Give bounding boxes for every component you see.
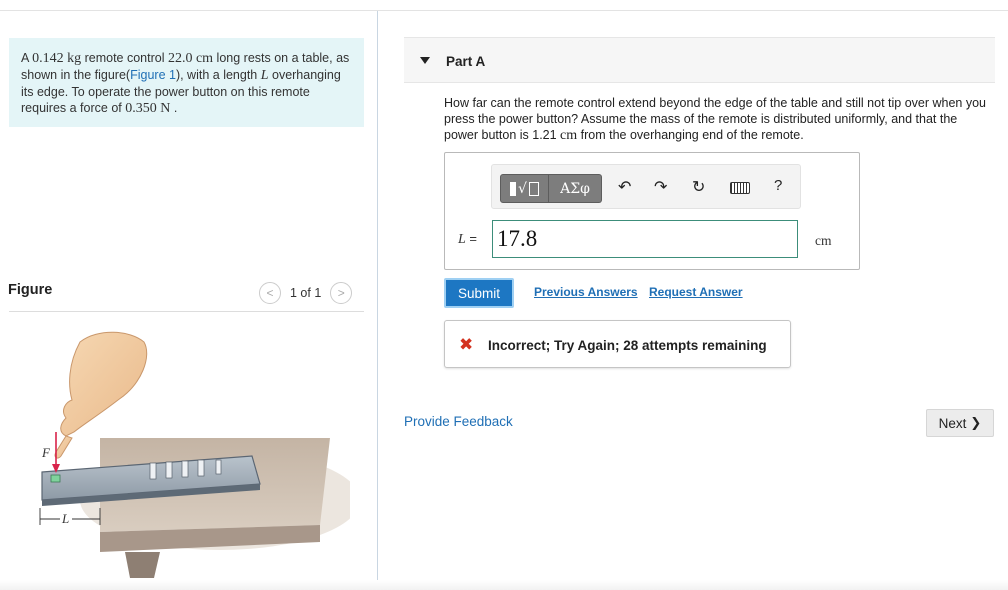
next-label: Next [938,415,967,431]
templates-button[interactable]: √ [500,174,549,203]
question-text: How far can the remote control extend be… [444,95,992,144]
next-figure-button[interactable]: > [330,282,353,304]
column-divider [377,11,378,590]
symbols-button[interactable]: ΑΣφ [549,174,602,203]
table-leg [125,552,160,578]
part-title: Part A [446,54,486,69]
undo-icon[interactable]: ↶ [618,177,631,197]
remote-on-table-illustration: F L [39,331,350,578]
answer-panel: √ ΑΣφ ↶ ↷ ↻ ? L = 17.8 cm [444,152,860,270]
redo-icon[interactable]: ↷ [654,177,667,197]
toolbar-button-group: √ ΑΣφ [500,174,602,203]
question-unit: cm [560,128,578,143]
problem-text: . [170,101,178,115]
feedback-message: ✖ Incorrect; Try Again; 28 attempts rema… [444,320,791,368]
submit-button[interactable]: Submit [444,278,514,308]
bottom-fade [0,580,1008,590]
template-empty-square-icon [528,181,539,196]
answer-equals: = [465,231,478,246]
math-toolbar: √ ΑΣφ ↶ ↷ ↻ ? [491,164,801,209]
request-answer-link[interactable]: Request Answer [649,285,743,299]
force-label: F [41,445,51,460]
chevron-right-icon: ❯ [970,415,982,431]
feedback-text: Incorrect; Try Again; 28 attempts remain… [488,338,767,353]
question-part: from the overhanging end of the remote. [577,128,804,142]
answer-input[interactable]: 17.8 [492,220,798,258]
length-label: L [61,511,69,526]
force-value: 0.350 N [125,101,171,116]
problem-text: remote control [81,51,168,65]
answer-unit: cm [815,233,832,248]
sqrt-icon: √ [518,180,527,197]
incorrect-x-icon: ✖ [459,335,474,355]
top-divider [0,10,1008,11]
length-value: 22.0 cm [167,51,214,66]
figure-link[interactable]: Figure 1 [130,68,176,82]
previous-answers-link[interactable]: Previous Answers [534,285,638,299]
power-button [50,474,61,483]
hand [60,331,148,437]
help-icon[interactable]: ? [774,177,782,194]
mass-value: 0.142 kg [32,51,82,66]
figure-pager: < 1 of 1 > [259,282,353,304]
pointing-finger [54,435,73,459]
chevron-left-icon: < [266,286,274,300]
answer-variable: L [458,232,466,247]
part-a-header[interactable]: Part A [404,37,995,83]
figure-title: Figure [8,282,53,298]
caret-down-icon [420,57,430,64]
template-solid-square-icon [510,181,517,196]
problem-text: A [21,51,33,65]
variable-L: L [260,68,269,83]
pager-count: 1 of 1 [290,286,322,300]
answer-label: L = [458,231,477,248]
figure-divider [9,311,364,312]
reset-icon[interactable]: ↻ [692,177,705,197]
problem-statement: A 0.142 kg remote control 22.0 cm long r… [9,38,364,127]
provide-feedback-link[interactable]: Provide Feedback [404,414,513,429]
keyboard-icon[interactable] [730,182,750,194]
prev-figure-button[interactable]: < [259,282,281,304]
problem-text: ), with a length [175,68,261,82]
chevron-right-icon: > [337,286,345,300]
next-button[interactable]: Next ❯ [926,409,994,437]
